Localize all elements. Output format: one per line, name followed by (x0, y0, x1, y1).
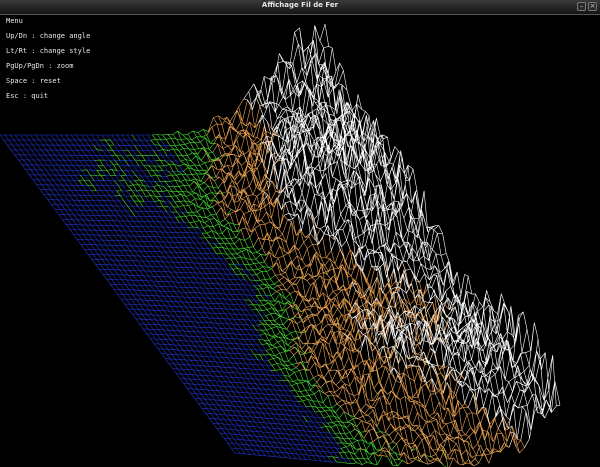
minimize-icon: – (579, 2, 584, 10)
menu-item-quit: Esc : quit (6, 92, 49, 100)
close-button[interactable]: × (588, 2, 597, 11)
controls-menu: Menu Up/Dn : change angle Lt/Rt : change… (6, 14, 90, 104)
window-title: Affichage Fil de Fer (261, 1, 339, 9)
menu-item-zoom: PgUp/PgDn : zoom (6, 62, 74, 70)
menu-item-style: Lt/Rt : change style (6, 47, 91, 55)
menu-item-angle: Up/Dn : change angle (6, 32, 91, 40)
close-icon: × (589, 2, 596, 10)
window-titlebar[interactable]: Affichage Fil de Fer – × (0, 0, 600, 15)
terrain-wireframe-lines (0, 134, 353, 464)
menu-item-reset: Space : reset (6, 77, 61, 85)
minimize-button[interactable]: – (577, 2, 586, 11)
menu-heading: Menu (6, 17, 23, 25)
